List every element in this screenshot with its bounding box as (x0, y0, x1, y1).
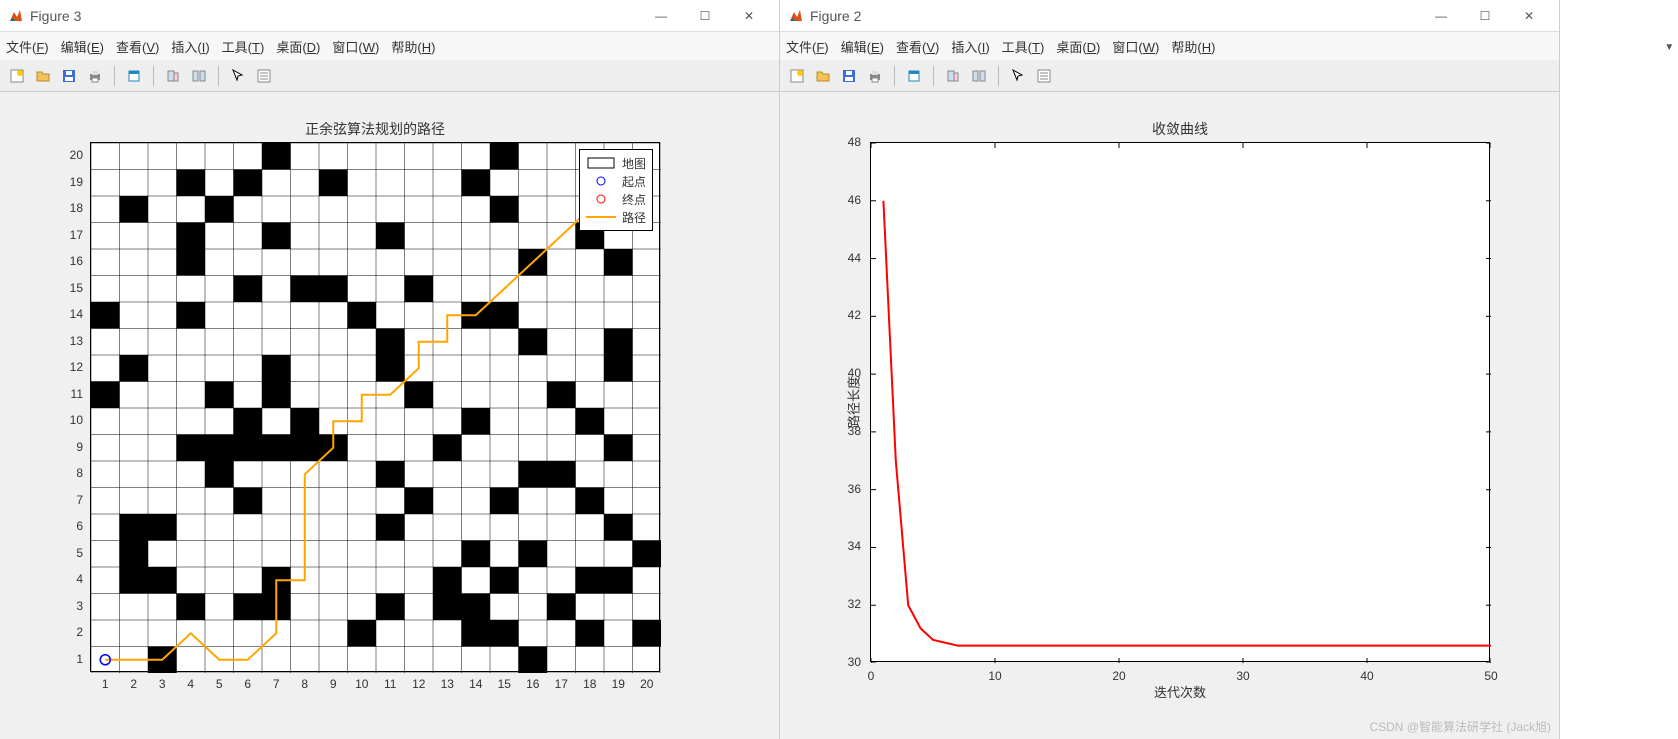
axes-grid-map: 正余弦算法规划的路径 12345678910111213141516171819… (90, 142, 660, 672)
menu-file[interactable]: 文件(F) (6, 37, 49, 56)
axes-convergence: 收敛曲线 路径长度 迭代次数 30323436384042444648 0102… (870, 142, 1490, 662)
save-icon[interactable] (58, 65, 80, 87)
new-figure-icon[interactable] (6, 65, 28, 87)
close-button[interactable]: ✕ (727, 1, 771, 31)
print-icon[interactable] (864, 65, 886, 87)
legend-row-map: 地图 (586, 154, 646, 172)
print-icon[interactable] (84, 65, 106, 87)
legend-row-start: 起点 (586, 172, 646, 190)
close-button[interactable]: ✕ (1507, 1, 1551, 31)
window-title: Figure 3 (30, 8, 639, 24)
legend-row-path: 路径 (586, 208, 646, 226)
axes-title-1: 正余弦算法规划的路径 (91, 119, 659, 139)
open-icon[interactable] (812, 65, 834, 87)
menu-file[interactable]: 文件(F) (786, 37, 829, 56)
menu-insert[interactable]: 插入(I) (171, 37, 209, 56)
toolbar-separator (114, 66, 115, 86)
new-figure-icon[interactable] (786, 65, 808, 87)
minimize-button[interactable]: — (1419, 1, 1463, 31)
minimize-button[interactable]: — (639, 1, 683, 31)
menu-insert[interactable]: 插入(I) (951, 37, 989, 56)
menu-overflow-icon[interactable]: ▾ (1666, 40, 1672, 53)
menu-view[interactable]: 查看(V) (896, 37, 939, 56)
cursor-icon[interactable] (1007, 65, 1029, 87)
inspector-icon[interactable] (1033, 65, 1055, 87)
inspector-icon[interactable] (253, 65, 275, 87)
legend-row-end: 终点 (586, 190, 646, 208)
menu-help[interactable]: 帮助(H) (391, 37, 435, 56)
menu-tools[interactable]: 工具(T) (1002, 37, 1045, 56)
toolbar (780, 60, 1559, 92)
zoom-1-icon[interactable] (942, 65, 964, 87)
menu-tools[interactable]: 工具(T) (222, 37, 265, 56)
matlab-icon (788, 8, 804, 24)
ylabel: 路径长度 (844, 376, 863, 428)
link-icon[interactable] (968, 65, 990, 87)
window-title: Figure 2 (810, 8, 1419, 24)
toolbar-separator (998, 66, 999, 86)
menu-desktop[interactable]: 桌面(D) (1056, 37, 1100, 56)
plot-area-2: 收敛曲线 路径长度 迭代次数 30323436384042444648 0102… (780, 92, 1559, 739)
plot-area-1: 正余弦算法规划的路径 12345678910111213141516171819… (0, 92, 779, 739)
convergence-chart (871, 143, 1491, 663)
menu-desktop[interactable]: 桌面(D) (276, 37, 320, 56)
legend[interactable]: 地图 起点 终点 路径 (579, 149, 653, 231)
matlab-icon (8, 8, 24, 24)
menu-help[interactable]: 帮助(H) (1171, 37, 1215, 56)
toolbar-separator (153, 66, 154, 86)
toolbar (0, 60, 779, 92)
print-preview-icon[interactable] (123, 65, 145, 87)
xlabel: 迭代次数 (871, 682, 1489, 701)
figure-window-2: Figure 2 — ☐ ✕ 文件(F) 编辑(E) 查看(V) 插入(I) 工… (780, 0, 1560, 739)
link-icon[interactable] (188, 65, 210, 87)
zoom-1-icon[interactable] (162, 65, 184, 87)
menu-edit[interactable]: 编辑(E) (841, 37, 884, 56)
grid-map-chart (91, 143, 661, 673)
toolbar-separator (894, 66, 895, 86)
titlebar: Figure 3 — ☐ ✕ (0, 0, 779, 32)
maximize-button[interactable]: ☐ (1463, 1, 1507, 31)
toolbar-separator (933, 66, 934, 86)
cursor-icon[interactable] (227, 65, 249, 87)
print-preview-icon[interactable] (903, 65, 925, 87)
menubar: 文件(F) 编辑(E) 查看(V) 插入(I) 工具(T) 桌面(D) 窗口(W… (780, 32, 1559, 60)
open-icon[interactable] (32, 65, 54, 87)
titlebar: Figure 2 — ☐ ✕ (780, 0, 1559, 32)
menu-view[interactable]: 查看(V) (116, 37, 159, 56)
menubar: 文件(F) 编辑(E) 查看(V) 插入(I) 工具(T) 桌面(D) 窗口(W… (0, 32, 779, 60)
figure-window-3: Figure 3 — ☐ ✕ 文件(F) 编辑(E) 查看(V) 插入(I) 工… (0, 0, 780, 739)
axes-title-2: 收敛曲线 (871, 119, 1489, 139)
toolbar-separator (218, 66, 219, 86)
watermark: CSDN @智能算法研学社 (Jack旭) (1369, 718, 1551, 735)
save-icon[interactable] (838, 65, 860, 87)
menu-edit[interactable]: 编辑(E) (61, 37, 104, 56)
menu-window[interactable]: 窗口(W) (332, 37, 379, 56)
menu-window[interactable]: 窗口(W) (1112, 37, 1159, 56)
maximize-button[interactable]: ☐ (683, 1, 727, 31)
